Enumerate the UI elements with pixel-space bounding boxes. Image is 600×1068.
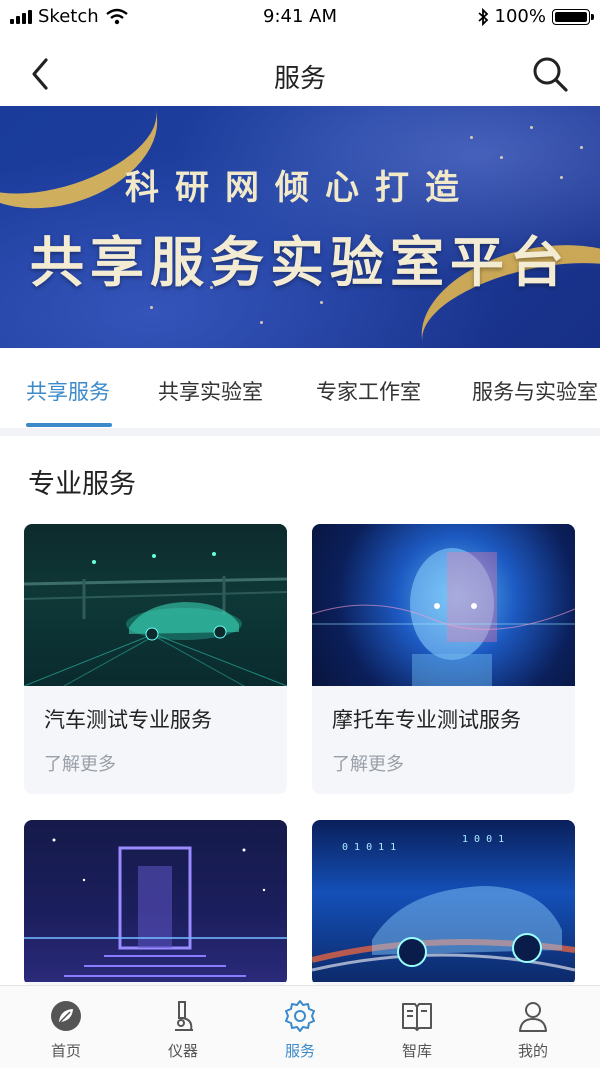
- bottom-tab-think-tank[interactable]: 智库: [357, 986, 477, 1068]
- service-card-4[interactable]: 0 1 0 1 1 1 0 0 1: [312, 820, 575, 986]
- microscope-icon: [175, 1001, 193, 1031]
- gear-icon: [285, 1000, 315, 1032]
- bottom-tab-services[interactable]: 服务: [240, 986, 360, 1068]
- battery-icon: [552, 8, 594, 25]
- section-title: 专业服务: [28, 469, 136, 500]
- card-image-race-car: 0 1 0 1 1 1 0 0 1: [312, 820, 575, 982]
- bottom-tab-bar: 首页 仪器 服务 智库 我的: [0, 985, 600, 1068]
- tab-services-and-labs[interactable]: 服务与实验室: [472, 376, 598, 406]
- card-image-car: [24, 524, 287, 686]
- bottom-tab-instruments[interactable]: 仪器: [123, 986, 243, 1068]
- bluetooth-icon: [477, 7, 488, 26]
- status-bar: Sketch 9:41 AM 100%: [0, 0, 600, 34]
- banner-subtitle: 科研网倾心打造: [125, 168, 475, 208]
- service-card-motorcycle[interactable]: 摩托车专业测试服务 了解更多: [312, 524, 575, 794]
- banner-title: 共享服务实验室平台: [30, 231, 570, 294]
- tab-expert-studio[interactable]: 专家工作室: [316, 376, 421, 406]
- section-divider: [0, 428, 600, 436]
- bottom-tab-label: 服务: [284, 1042, 315, 1060]
- search-icon[interactable]: [530, 54, 570, 94]
- page-title: 服务: [273, 64, 326, 94]
- card-title: 摩托车专业测试服务: [332, 708, 521, 732]
- status-right: 100%: [477, 6, 594, 27]
- learn-more-link[interactable]: 了解更多: [332, 750, 404, 776]
- bottom-tab-label: 首页: [50, 1042, 81, 1060]
- tab-bar: 共享服务 共享实验室 专家工作室 服务与实验室: [0, 348, 600, 428]
- home-leaf-icon: [51, 1001, 81, 1031]
- nav-bar: 服务: [0, 42, 600, 106]
- learn-more-link[interactable]: 了解更多: [44, 750, 116, 776]
- active-tab-indicator: [26, 423, 112, 427]
- promo-banner[interactable]: 科研网倾心打造 共享服务实验室平台: [0, 106, 600, 348]
- card-image-ai-head: [312, 524, 575, 686]
- bottom-tab-label: 仪器: [167, 1042, 198, 1060]
- bottom-tab-label: 智库: [401, 1042, 432, 1060]
- bottom-tab-profile[interactable]: 我的: [473, 986, 593, 1068]
- card-image-portal: [24, 820, 287, 982]
- battery-label: 100%: [494, 6, 546, 27]
- service-card-car[interactable]: 汽车测试专业服务 了解更多: [24, 524, 287, 794]
- tab-shared-labs[interactable]: 共享实验室: [158, 376, 263, 406]
- user-icon: [519, 1002, 547, 1032]
- book-icon: [402, 1003, 432, 1031]
- svg-text:0 1 0 1 1: 0 1 0 1 1: [342, 842, 396, 853]
- service-card-3[interactable]: [24, 820, 287, 986]
- svg-text:1 0 0 1: 1 0 0 1: [462, 834, 504, 845]
- bottom-tab-home[interactable]: 首页: [6, 986, 126, 1068]
- tab-shared-services[interactable]: 共享服务: [26, 376, 110, 406]
- card-title: 汽车测试专业服务: [44, 708, 212, 732]
- bottom-tab-label: 我的: [517, 1042, 548, 1060]
